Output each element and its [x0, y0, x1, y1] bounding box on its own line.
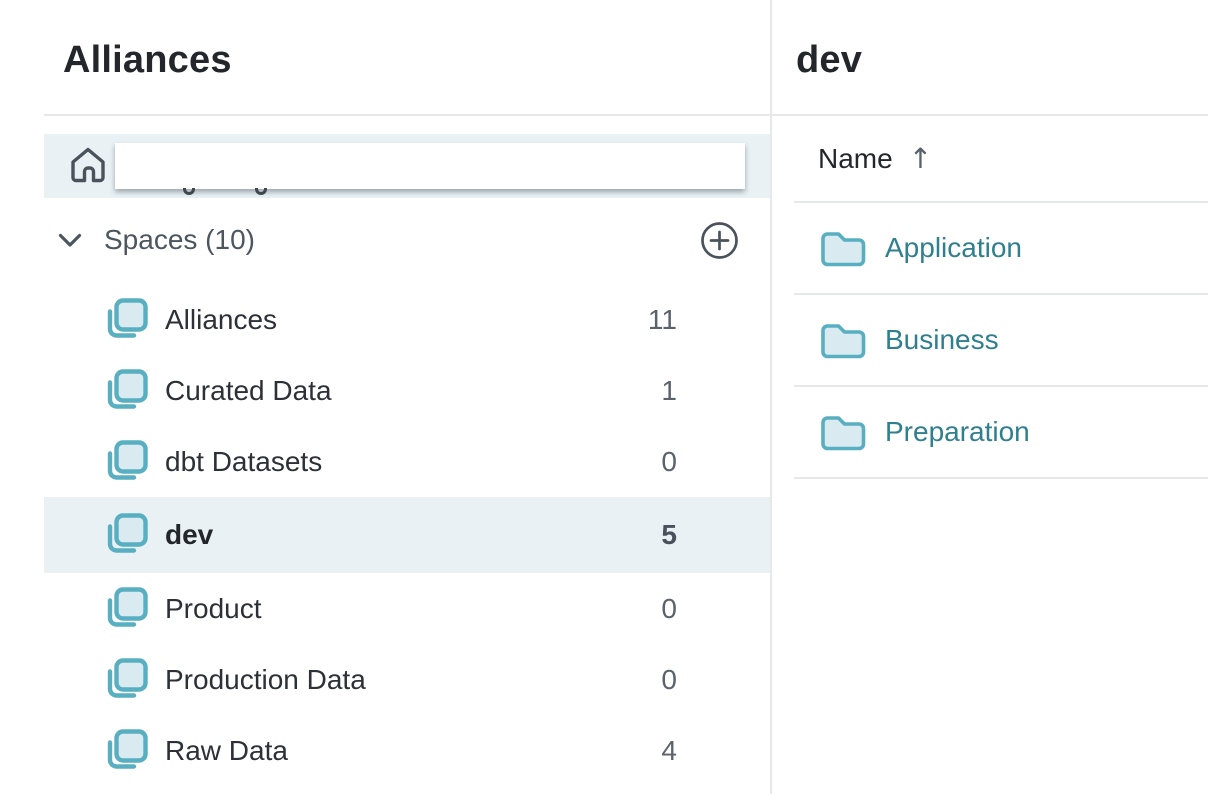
sidebar-item-raw-data[interactable]: Raw Data 4: [44, 715, 770, 786]
space-icon: [103, 512, 149, 558]
chevron-down-icon[interactable]: [58, 233, 82, 248]
datasets-table: Name ↑ Application Business Preparatio: [794, 116, 1208, 479]
space-label: Curated Data: [165, 375, 332, 407]
sidebar-item-dbt-datasets[interactable]: dbt Datasets 0: [44, 426, 770, 497]
page-title: dev: [796, 38, 1208, 82]
folder-icon: [821, 321, 866, 359]
name-header-label: Name: [818, 143, 893, 175]
folder-link[interactable]: Application: [885, 232, 1022, 264]
space-icon: [103, 728, 149, 774]
sidebar-item-alliances[interactable]: Alliances 11: [44, 284, 770, 355]
sidebar-title: Alliances: [63, 38, 770, 82]
divider: [44, 114, 770, 116]
space-list: Alliances 11 Curated Data 1 dbt Datasets…: [0, 284, 770, 786]
redacted-text-overlay: [115, 143, 745, 189]
space-icon: [103, 368, 149, 414]
space-label: dbt Datasets: [165, 446, 322, 478]
sidebar-item-curated-data[interactable]: Curated Data 1: [44, 355, 770, 426]
space-label: Product: [165, 593, 262, 625]
table-row[interactable]: Preparation: [794, 387, 1208, 479]
folder-icon: [821, 229, 866, 267]
space-label: Production Data: [165, 664, 366, 696]
add-space-button[interactable]: [700, 221, 739, 260]
sidebar: Alliances Spaces (10): [0, 0, 772, 794]
home-icon: [68, 145, 108, 187]
space-icon: [103, 657, 149, 703]
redacted-text-descender: [183, 188, 195, 195]
folder-link[interactable]: Preparation: [885, 416, 1030, 448]
spaces-section-label: Spaces (10): [104, 224, 255, 256]
space-label: Alliances: [165, 304, 277, 336]
space-icon: [103, 439, 149, 485]
space-count: 4: [661, 735, 677, 767]
space-count: 0: [661, 664, 677, 696]
folder-icon: [821, 413, 866, 451]
spaces-section-header: Spaces (10): [0, 212, 770, 268]
sidebar-item-production-data[interactable]: Production Data 0: [44, 644, 770, 715]
space-count: 0: [661, 446, 677, 478]
redacted-text-descender: [255, 188, 267, 195]
space-icon: [103, 297, 149, 343]
plus-circle-icon: [700, 221, 739, 260]
sidebar-item-product[interactable]: Product 0: [44, 573, 770, 644]
space-count: 5: [661, 519, 677, 551]
space-icon: [103, 586, 149, 632]
sidebar-item-dev[interactable]: dev 5: [44, 497, 770, 573]
space-count: 11: [648, 304, 677, 336]
home-item[interactable]: [44, 134, 770, 198]
table-row[interactable]: Application: [794, 203, 1208, 295]
app-window: Alliances Spaces (10): [0, 0, 1208, 794]
space-label: Raw Data: [165, 735, 288, 767]
table-row[interactable]: Business: [794, 295, 1208, 387]
column-header-name[interactable]: Name ↑: [794, 116, 1208, 203]
content-panel: dev Name ↑ Application Business: [772, 0, 1208, 794]
space-count: 1: [661, 375, 677, 407]
folder-link[interactable]: Business: [885, 324, 999, 356]
space-label: dev: [165, 519, 213, 551]
space-count: 0: [661, 593, 677, 625]
sort-ascending-icon: ↑: [909, 145, 932, 173]
